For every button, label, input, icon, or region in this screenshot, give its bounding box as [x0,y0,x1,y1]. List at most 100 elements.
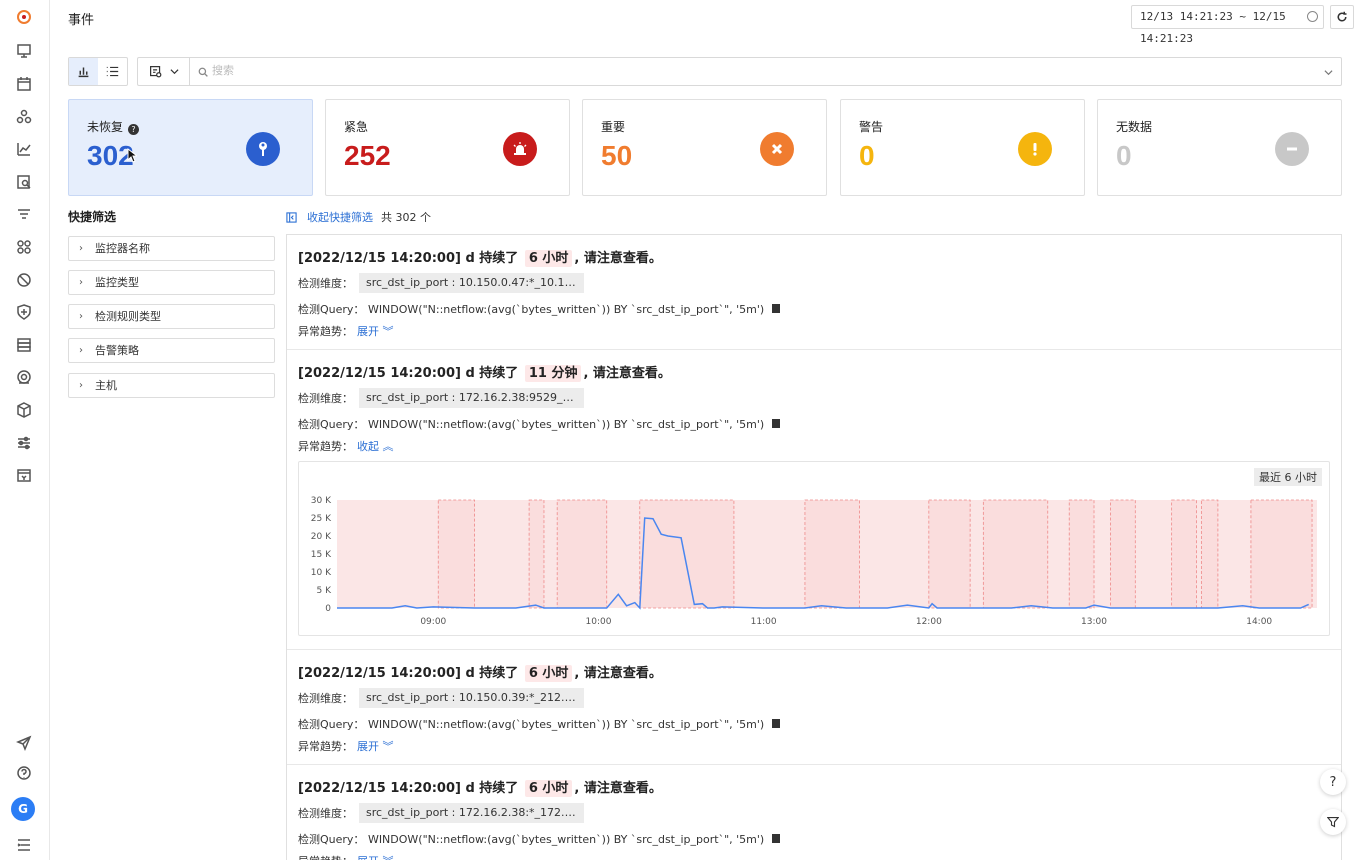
filter-float-button[interactable] [1320,809,1346,835]
event-item[interactable]: [2022/12/15 14:20:00] d 持续了 6 小时, 请注意查看。… [287,235,1341,350]
nodes-icon[interactable] [15,108,33,126]
event-trend: 异常趋势： 收起 ︽ [298,440,394,453]
avatar[interactable]: G [11,797,35,821]
y-tick-label: 25 K [311,514,332,524]
y-tick-label: 10 K [311,568,332,578]
minus-icon [1275,132,1309,166]
question-icon[interactable]: ? [128,124,140,135]
filter-rule-type[interactable]: › 检测规则类型 [68,304,275,329]
chart-view-button[interactable] [69,58,98,85]
anomaly-window [982,499,1049,609]
y-tick-label: 20 K [311,532,332,542]
quick-filter-panel: 快捷筛选 › 监控器名称 › 监控类型 › 检测规则类型 › 告警策略 › 主机 [68,208,275,398]
filter-monitor-type[interactable]: › 监控类型 [68,270,275,295]
chevron-double-up-icon: ︽ [382,440,394,453]
ban-icon[interactable] [15,271,33,289]
monitor-icon[interactable] [15,42,33,60]
stat-card-nodata[interactable]: 无数据 0 [1097,99,1342,196]
filter-icon[interactable] [15,205,33,223]
view-toggle [68,57,128,86]
event-query: 检测Query： WINDOW("N::netflow:(avg(`bytes_… [298,416,781,432]
event-dimension: 检测维度： src_dst_ip_port : 10.150.0.47:*_10.… [298,273,584,293]
clock-icon [1307,11,1318,22]
copy-icon[interactable] [772,419,781,428]
search-chevron-icon[interactable] [1324,68,1333,77]
stat-label: 重要 [601,120,626,134]
copy-icon[interactable] [772,719,781,728]
log-search-icon[interactable] [15,173,33,191]
help-icon[interactable] [15,764,33,782]
dimension-tag[interactable]: src_dst_ip_port : 10.150.0.47:*_10.160.0… [359,273,584,293]
x-icon [760,132,794,166]
toolbar [68,57,1342,86]
camera-icon[interactable] [15,368,33,386]
saved-filter-icon [149,66,161,78]
stat-card-important[interactable]: 重要 50 [582,99,827,196]
alarm-icon [503,132,537,166]
y-tick-label: 0 [325,604,331,614]
refresh-button[interactable] [1330,5,1354,29]
event-duration: 6 小时 [524,665,573,682]
menu-icon[interactable] [15,836,33,854]
filter-host[interactable]: › 主机 [68,373,275,398]
stat-card-warning[interactable]: 警告 0 [840,99,1085,196]
search-box [189,57,1342,86]
sliders-icon[interactable] [15,434,33,452]
send-icon[interactable] [15,734,33,752]
expand-trend-link[interactable]: 展开 ︾ [357,740,394,753]
copy-icon[interactable] [772,834,781,843]
anomaly-window [1171,499,1197,609]
anomaly-trend-chart: 最近 6 小时 0 5 K 10 K 15 K 20 K 25 K 30 K 09:00 10:… [298,461,1330,636]
expand-trend-link[interactable]: 展开 ︾ [357,855,394,860]
expand-trend-link[interactable]: 展开 ︾ [357,325,394,338]
billing-icon[interactable] [15,466,33,484]
chart-icon[interactable] [15,140,33,158]
event-count: 共 302 个 [381,211,431,224]
saved-filter-select[interactable] [137,57,189,86]
help-float-button[interactable]: ? [1320,769,1346,795]
anomaly-window [1200,499,1219,609]
app-window: G 事件 12/13 14:21:23 ~ 12/15 14:21:23 搜索 … [0,0,1360,860]
logo-icon[interactable] [15,8,33,26]
time-range-picker[interactable]: 12/13 14:21:23 ~ 12/15 14:21:23 [1131,5,1324,45]
copy-icon[interactable] [772,304,781,313]
stat-value: 50 [601,140,633,171]
y-tick-label: 15 K [311,550,332,560]
box-icon[interactable] [15,401,33,419]
dimension-tag[interactable]: src_dst_ip_port : 172.16.2.38:9529_10.1.… [359,388,584,408]
apps-icon[interactable] [15,238,33,256]
dimension-tag[interactable]: src_dst_ip_port : 10.150.0.39:*_212.64..… [359,688,584,708]
event-item[interactable]: [2022/12/15 14:20:00] d 持续了 6 小时, 请注意查看。… [287,650,1341,765]
filter-monitor-name[interactable]: › 监控器名称 [68,236,275,261]
stat-label: 未恢复? [87,118,140,135]
calendar-icon[interactable] [15,75,33,93]
collapse-panel-icon[interactable] [286,211,297,223]
collapse-trend-link[interactable]: 收起 ︽ [357,440,394,453]
anomaly-window [1110,499,1136,609]
x-tick-label: 10:00 [586,617,612,627]
stat-value: 252 [344,140,391,171]
event-dimension: 检测维度： src_dst_ip_port : 10.150.0.39:*_212… [298,688,584,708]
chevron-double-down-icon: ︾ [382,325,394,338]
stat-label: 无数据 [1116,120,1153,134]
database-icon[interactable] [15,336,33,354]
question-icon: ? [1329,774,1337,790]
anomaly-window [528,499,545,609]
stat-card-critical[interactable]: 紧急 252 [325,99,570,196]
y-tick-label: 5 K [317,586,333,596]
event-dimension: 检测维度： src_dst_ip_port : 172.16.2.38:*_172… [298,803,584,823]
collapse-quick-filter-link[interactable]: 收起快捷筛选 [307,209,373,225]
chevron-right-icon: › [79,380,83,391]
dimension-tag[interactable]: src_dst_ip_port : 172.16.2.38:*_172.16.2… [359,803,584,823]
filter-alert-policy[interactable]: › 告警策略 [68,338,275,363]
exclamation-icon [1018,132,1052,166]
shield-icon[interactable] [15,303,33,321]
trend-chart-svg: 0 5 K 10 K 15 K 20 K 25 K 30 K 09:00 10:00 11:00 1… [311,496,1317,627]
event-item[interactable]: [2022/12/15 14:20:00] d 持续了 6 小时, 请注意查看。… [287,765,1341,860]
event-query: 检测Query： WINDOW("N::netflow:(avg(`bytes_… [298,831,781,847]
list-view-button[interactable] [98,58,127,85]
search-input[interactable] [212,64,1212,77]
stat-value: 0 [1116,140,1132,171]
stat-card-unrecovered[interactable]: 未恢复? 302 [68,99,313,196]
x-tick-label: 13:00 [1081,617,1107,627]
